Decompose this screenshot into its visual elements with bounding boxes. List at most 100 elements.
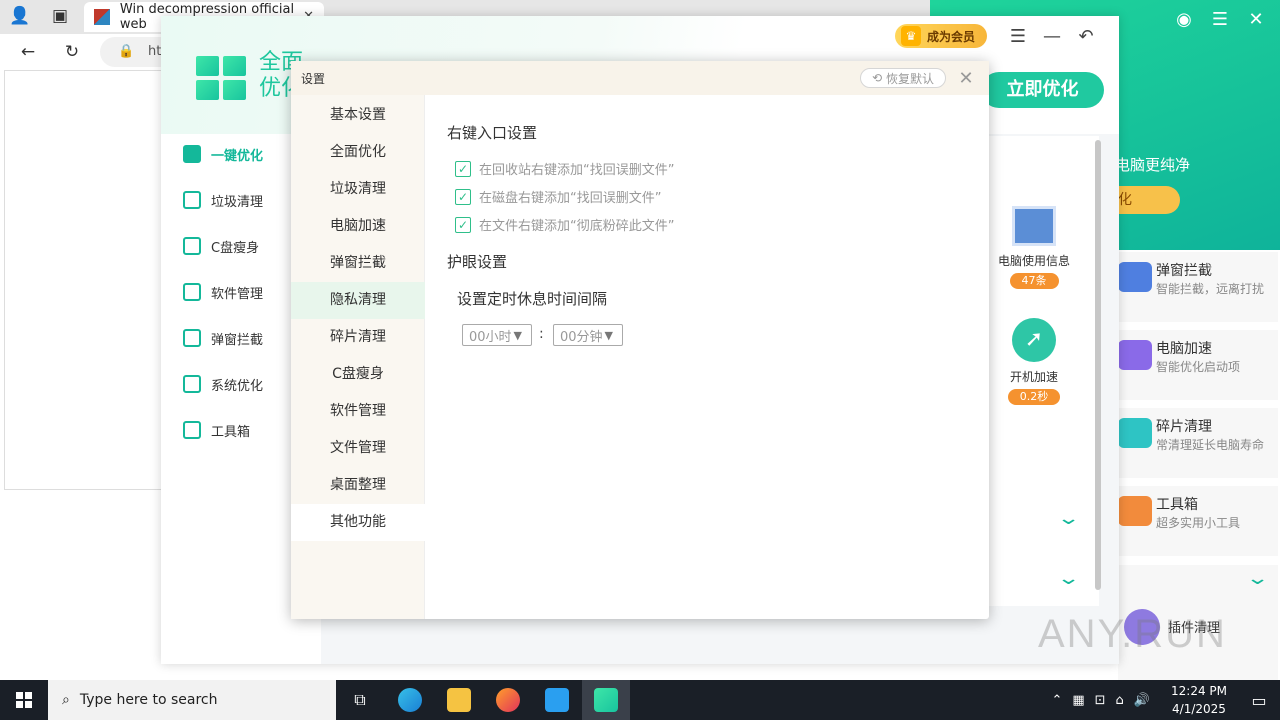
edge-app-icon[interactable] [386, 680, 434, 720]
list-menu-icon[interactable]: ☰ [1006, 24, 1030, 48]
clock-date: 4/1/2025 [1172, 702, 1226, 716]
back-icon[interactable]: ← [16, 40, 40, 64]
address-text: ht [148, 44, 162, 59]
settings-nav-privacy[interactable]: 隐私清理 [291, 282, 425, 319]
file-explorer-icon[interactable] [435, 680, 483, 720]
undo-icon[interactable]: ↶ [1074, 24, 1098, 48]
anyrun-watermark: ANY.RUN [1038, 612, 1227, 656]
sidebar-item-label: 垃圾清理 [211, 194, 264, 210]
restore-default-button[interactable]: ⟲ 恢复默认 [860, 68, 946, 88]
dialog-title: 设置 [301, 72, 326, 86]
sidebar-item-label: 一键优化 [211, 148, 264, 164]
tray-expand-icon[interactable]: ⌃ [1051, 693, 1062, 708]
checkbox-label: 在磁盘右键添加“找回误删文件” [479, 191, 662, 206]
feature-subtitle: 智能优化启动项 [1156, 360, 1241, 374]
volume-icon[interactable]: 🔊 [1134, 693, 1150, 708]
tray-device-icon[interactable]: ⊡ [1095, 693, 1106, 708]
boot-speed-tile[interactable]: ➚ 开机加速 0.2秒 [989, 318, 1079, 405]
block-icon [183, 329, 201, 347]
checkbox-disk[interactable]: ✓ 在磁盘右键添加“找回误删文件” [455, 187, 661, 206]
feature-card-speedup[interactable]: 电脑加速 智能优化启动项 [1118, 330, 1278, 400]
taskbar: ⌕ Type here to search ⧉ ⌃ ▦ ⊡ ⌂ 🔊 12:24 … [0, 680, 1280, 720]
page-card [4, 70, 164, 490]
feature-subtitle: 智能拦截，远离打扰 [1156, 282, 1265, 296]
feature-card-toolbox[interactable]: 工具箱 超多实用小工具 [1118, 486, 1278, 556]
rocket-icon [1118, 340, 1152, 370]
search-icon: ⌕ [62, 692, 70, 708]
network-icon[interactable]: ⌂ [1116, 693, 1124, 708]
system-tray: ⌃ ▦ ⊡ ⌂ 🔊 [1051, 680, 1150, 720]
settings-nav-speedup[interactable]: 电脑加速 [291, 208, 425, 245]
hours-select[interactable]: 00小时 ▼ [462, 324, 532, 346]
user-icon[interactable]: ◉ [1174, 8, 1194, 30]
trash-icon [183, 191, 201, 209]
feature-title: 工具箱 [1156, 497, 1198, 513]
clock[interactable]: 12:24 PM 4/1/2025 [1162, 682, 1236, 718]
info-panel: 电脑使用信息 47条 ➚ 开机加速 0.2秒 ⌄ ⌄ [989, 136, 1099, 606]
sidebar-item-label: 系统优化 [211, 378, 264, 394]
vip-label: 成为会员 [927, 29, 976, 44]
menu-icon[interactable]: ☰ [1210, 8, 1230, 30]
minimize-icon[interactable]: — [1040, 24, 1064, 48]
tab-actions-icon[interactable]: ▣ [48, 4, 72, 28]
toolbox-icon [183, 421, 201, 439]
hours-value: 00小时 [469, 329, 512, 345]
rocket-icon: ➚ [1012, 318, 1056, 362]
feature-card-fragment[interactable]: 碎片清理 常清理延长电脑寿命 [1118, 408, 1278, 478]
eye-care-section-title: 护眼设置 [447, 253, 508, 271]
settings-nav-c-drive[interactable]: C盘瘦身 [291, 356, 425, 393]
close-icon[interactable]: ✕ [1246, 8, 1266, 30]
checkbox-file-shred[interactable]: ✓ 在文件右键添加“彻底粉碎此文件” [455, 215, 674, 234]
usage-info-tile[interactable]: 电脑使用信息 47条 [989, 206, 1079, 289]
fragment-icon [1118, 418, 1152, 448]
taskbar-search[interactable]: ⌕ Type here to search [48, 680, 336, 720]
settings-nav-fragment[interactable]: 碎片清理 [291, 319, 425, 356]
optimize-now-button[interactable]: 立即优化 [981, 72, 1104, 108]
dialog-close-icon[interactable]: ✕ [954, 66, 978, 90]
disk-icon [183, 237, 201, 255]
settings-nav-basic[interactable]: 基本设置 [291, 97, 425, 134]
right-optimize-button[interactable]: 化 [1110, 186, 1180, 214]
ad-block-icon [1118, 262, 1152, 292]
notification-icon[interactable]: ▭ [1238, 680, 1280, 720]
sidebar-item-label: 工具箱 [211, 424, 251, 440]
vip-button[interactable]: ♛ 成为会员 [895, 24, 987, 48]
firefox-icon[interactable] [484, 680, 532, 720]
settings-nav-desktop[interactable]: 桌面整理 [291, 467, 425, 504]
feature-subtitle: 常清理延长电脑寿命 [1156, 438, 1265, 452]
task-view-icon[interactable]: ⧉ [336, 680, 384, 720]
optimizer-active-app-icon[interactable] [582, 680, 630, 720]
checkbox-label: 在回收站右键添加“找回误删文件” [479, 163, 675, 178]
settings-nav-software[interactable]: 软件管理 [291, 393, 425, 430]
checkbox-recycle-bin[interactable]: ✓ 在回收站右键添加“找回误删文件” [455, 159, 674, 178]
settings-nav: 基本设置 全面优化 垃圾清理 电脑加速 弹窗拦截 隐私清理 碎片清理 C盘瘦身 … [291, 95, 425, 619]
minutes-select[interactable]: 00分钟 ▼ [553, 324, 623, 346]
profile-icon[interactable]: 👤 [8, 4, 32, 28]
start-button[interactable] [0, 680, 48, 720]
tile-title: 电脑使用信息 [997, 254, 1070, 268]
tray-app-icon[interactable]: ▦ [1072, 693, 1084, 708]
optimizer-app-icon[interactable] [533, 680, 581, 720]
checkbox-checked-icon[interactable]: ✓ [455, 160, 471, 177]
monitor-icon [1012, 206, 1056, 246]
refresh-icon[interactable]: ↻ [60, 40, 84, 64]
system-icon [183, 375, 201, 393]
apps-icon [183, 283, 201, 301]
dropdown-arrow-icon: ▼ [513, 328, 523, 342]
feature-subtitle: 超多实用小工具 [1156, 516, 1241, 530]
settings-nav-files[interactable]: 文件管理 [291, 430, 425, 467]
feature-card-ad-block[interactable]: 弹窗拦截 智能拦截，远离打扰 [1118, 252, 1278, 322]
settings-nav-other[interactable]: 其他功能 [291, 504, 425, 541]
settings-nav-popup[interactable]: 弹窗拦截 [291, 245, 425, 282]
checkbox-checked-icon[interactable]: ✓ [455, 188, 471, 205]
chevron-down-icon[interactable]: ⌄ [1245, 568, 1269, 589]
dialog-title-bar: 设置 ⟲ 恢复默认 ✕ [291, 61, 989, 95]
scrollbar[interactable] [1095, 140, 1101, 590]
checkbox-checked-icon[interactable]: ✓ [455, 216, 471, 233]
chevron-down-icon[interactable]: ⌄ [1056, 568, 1080, 589]
restore-icon: ⟲ [871, 71, 883, 85]
settings-nav-junk[interactable]: 垃圾清理 [291, 171, 425, 208]
chevron-down-icon[interactable]: ⌄ [1056, 508, 1080, 529]
settings-nav-full-opt[interactable]: 全面优化 [291, 134, 425, 171]
time-separator: : [539, 326, 544, 342]
